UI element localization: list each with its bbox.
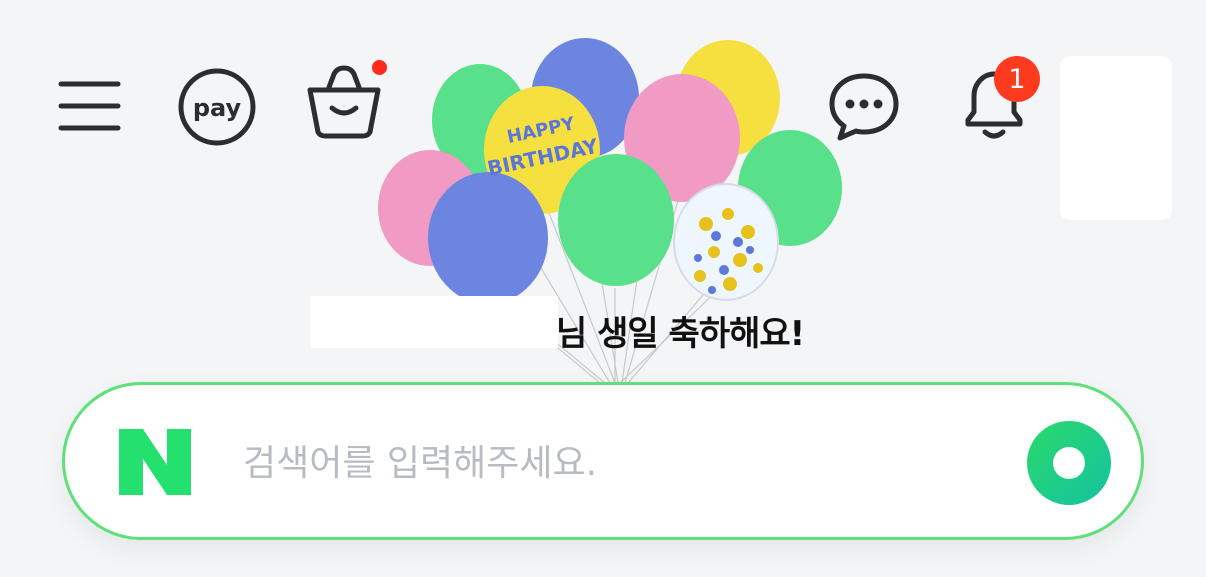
profile-avatar[interactable]: [1060, 56, 1172, 220]
search-input[interactable]: [243, 425, 1003, 501]
hamburger-menu-icon[interactable]: [56, 76, 124, 136]
pay-icon: pay: [178, 68, 256, 146]
search-button[interactable]: [1027, 421, 1111, 505]
search-bar: [62, 382, 1144, 540]
naver-logo-icon[interactable]: [117, 427, 193, 497]
notification-count-badge: 1: [994, 56, 1040, 102]
birthday-greeting: 님 생일 축하해요!: [556, 314, 805, 354]
pay-button[interactable]: pay: [174, 66, 260, 148]
user-name-redacted: [310, 296, 558, 348]
pay-label: pay: [193, 94, 242, 122]
